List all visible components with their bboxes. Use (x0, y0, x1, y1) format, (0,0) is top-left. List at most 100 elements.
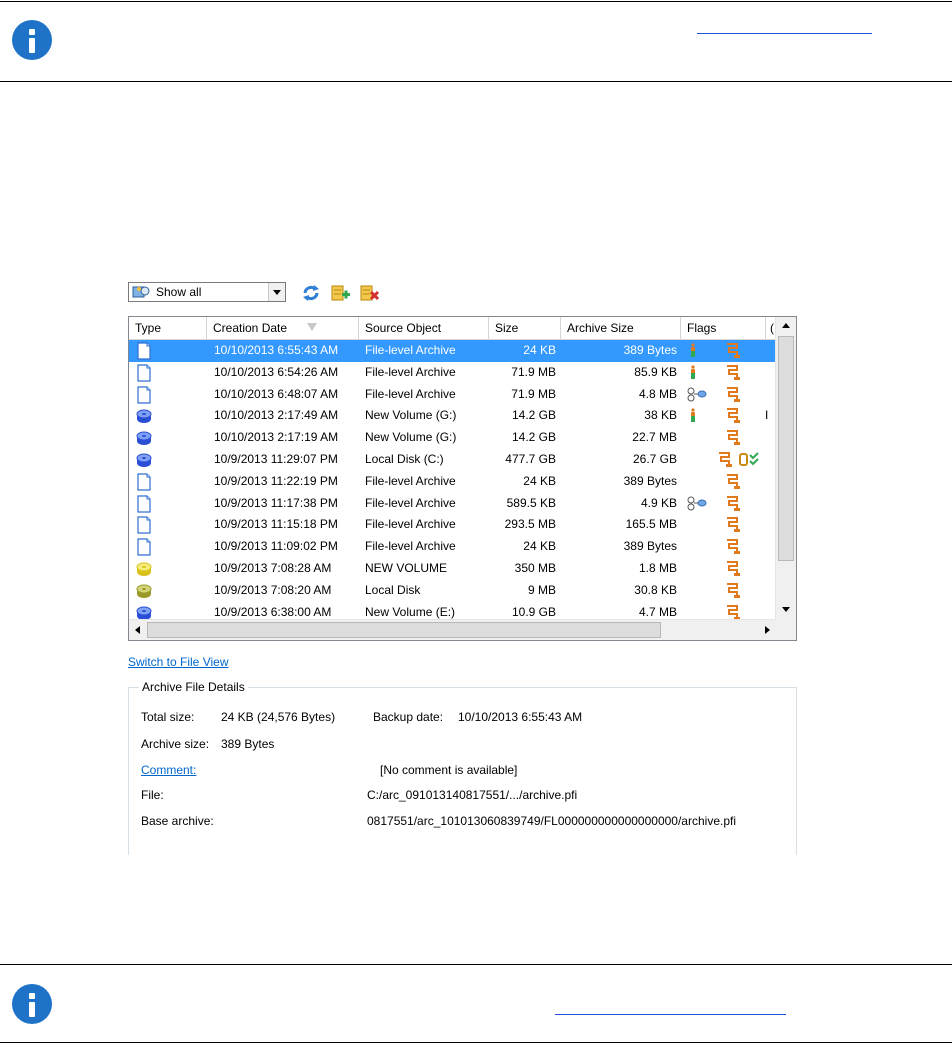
link-flag-icon (687, 387, 707, 402)
refresh-icon[interactable] (301, 284, 321, 302)
size-cell: 293.5 MB (504, 517, 556, 532)
bottom-banner-link-underline[interactable] (555, 1014, 786, 1015)
scroll-up-icon[interactable] (776, 317, 796, 334)
archive-size-value: 389 Bytes (221, 737, 275, 751)
archive-size-cell: 85.9 KB (634, 364, 677, 379)
info-icon (12, 20, 52, 60)
archive-file-details: Archive File Details Total size: 24 KB (… (128, 680, 797, 855)
scroll-right-icon[interactable] (758, 620, 775, 640)
details-legend: Archive File Details (139, 680, 248, 694)
flags-cell (687, 405, 772, 427)
comment-link[interactable]: Comment: (141, 763, 196, 777)
total-size-label: Total size: (141, 710, 195, 724)
verified-flag-icon (739, 452, 759, 466)
table-row[interactable]: 10/9/2013 11:17:38 PM File-level Archive 5… (129, 493, 775, 515)
scroll-left-icon[interactable] (129, 620, 146, 640)
size-cell: 71.9 MB (511, 386, 556, 401)
archive-size-cell: 4.9 KB (640, 495, 677, 510)
creation-date-cell: 10/9/2013 11:15:18 PM (214, 517, 338, 532)
archive-size-cell: 30.8 KB (634, 582, 677, 597)
archive-size-cell: 4.8 MB (638, 386, 677, 401)
base-archive-value: 0817551/arc_101013060839749/FL0000000000… (367, 814, 736, 828)
total-size-value: 24 KB (24,576 Bytes) (221, 710, 336, 724)
table-row[interactable]: 10/9/2013 11:22:19 PM File-level Archive 2… (129, 471, 775, 493)
chain-flag-icon (727, 604, 740, 620)
scroll-down-icon[interactable] (776, 601, 796, 618)
archive-list[interactable]: Type Creation Date Source Object Size Ar… (128, 316, 797, 641)
chain-flag-icon (727, 560, 740, 576)
table-row[interactable]: 10/10/2013 2:17:49 AM New Volume (G:) 14.2… (129, 405, 775, 427)
flags-cell (687, 362, 772, 384)
top-banner-link-underline[interactable] (697, 33, 872, 34)
file-archive-icon (132, 536, 202, 558)
source-object-cell: File-level Archive (365, 343, 456, 357)
archive-size-cell: 389 Bytes (623, 539, 677, 554)
volume-archive-icon (132, 558, 202, 580)
col-header-type[interactable]: Type (129, 317, 207, 339)
creation-date-cell: 10/9/2013 7:08:28 AM (214, 560, 332, 575)
table-row[interactable]: 10/10/2013 6:54:26 AM File-level Archive 7… (129, 362, 775, 384)
horizontal-scroll-thumb[interactable] (147, 622, 661, 638)
archive-size-label: Archive size: (141, 737, 210, 751)
horizontal-scrollbar[interactable] (129, 619, 775, 640)
source-object-cell: File-level Archive (365, 517, 456, 532)
creation-date-cell: 10/9/2013 11:29:07 PM (214, 451, 338, 466)
chain-flag-icon (727, 517, 740, 533)
comment-value: [No comment is available] (380, 763, 518, 777)
top-rule-lower (0, 81, 952, 82)
table-row[interactable]: 10/9/2013 11:09:02 PM File-level Archive 2… (129, 536, 775, 558)
flags-cell (687, 449, 772, 471)
file-archive-icon (132, 514, 202, 536)
switch-to-file-view-link[interactable]: Switch to File View (128, 655, 228, 669)
creation-date-cell: 10/9/2013 11:09:02 PM (214, 539, 338, 554)
filter-combobox[interactable]: Show all (128, 282, 286, 302)
chevron-down-icon[interactable] (268, 283, 285, 301)
col-header-source-object[interactable]: Source Object (359, 317, 489, 339)
size-cell: 24 KB (523, 473, 556, 488)
flags-cell (687, 471, 772, 493)
info-flag-icon (691, 365, 695, 379)
archive-size-cell: 38 KB (644, 408, 677, 423)
chain-flag-icon (727, 408, 740, 424)
flags-cell (687, 536, 772, 558)
backup-date-label: Backup date: (373, 710, 444, 724)
table-row[interactable]: 10/9/2013 11:15:18 PM File-level Archive 2… (129, 514, 775, 536)
table-row[interactable]: 10/10/2013 2:17:19 AM New Volume (G:) 14.2… (129, 427, 775, 449)
info-icon (12, 984, 52, 1024)
table-row[interactable]: 10/9/2013 7:08:28 AM NEW VOLUME 350 MB 1.8 … (129, 558, 775, 580)
table-row[interactable]: 10/10/2013 6:48:07 AM File-level Archive 7… (129, 384, 775, 406)
chain-flag-icon (727, 386, 740, 402)
col-header-flags[interactable]: Flags (681, 317, 766, 339)
table-row[interactable]: 10/9/2013 11:29:07 PM Local Disk (C:) 477.… (129, 449, 775, 471)
delete-archive-icon[interactable] (360, 284, 380, 302)
archive-size-cell: 389 Bytes (623, 473, 677, 488)
add-archive-icon[interactable] (331, 284, 351, 302)
vertical-scroll-thumb[interactable] (778, 336, 794, 561)
chain-flag-icon (727, 364, 740, 380)
source-object-cell: File-level Archive (365, 495, 456, 510)
link-flag-icon (687, 496, 707, 511)
list-rows: 10/10/2013 6:55:43 AM File-level Archive 2… (129, 340, 775, 623)
archive-size-cell: 26.7 GB (632, 451, 677, 466)
col-header-archive-size[interactable]: Archive Size (561, 317, 681, 339)
source-object-cell: File-level Archive (365, 386, 456, 401)
table-row[interactable]: 10/9/2013 7:08:20 AM Local Disk 9 MB 30.8 K… (129, 580, 775, 602)
source-object-cell: File-level Archive (365, 539, 456, 554)
volume-archive-icon (132, 427, 202, 449)
archive-size-cell: 165.5 MB (625, 517, 677, 532)
source-object-cell: New Volume (G:) (365, 430, 457, 445)
vertical-scrollbar[interactable] (775, 317, 796, 619)
col-header-creation-date[interactable]: Creation Date (207, 317, 359, 339)
chain-flag-icon (727, 473, 740, 489)
col-header-size[interactable]: Size (489, 317, 561, 339)
backup-date-value: 10/10/2013 6:55:43 AM (458, 710, 583, 724)
top-rule-upper (0, 1, 952, 2)
chain-flag-icon (727, 343, 740, 358)
source-object-cell: Local Disk (365, 582, 421, 597)
file-archive-icon (132, 384, 202, 406)
table-row[interactable]: 10/10/2013 6:55:43 AM File-level Archive 2… (129, 340, 775, 362)
volume-archive-icon (132, 405, 202, 427)
size-cell: 71.9 MB (511, 364, 556, 379)
chain-flag-icon (727, 582, 740, 598)
flags-cell (687, 558, 772, 580)
